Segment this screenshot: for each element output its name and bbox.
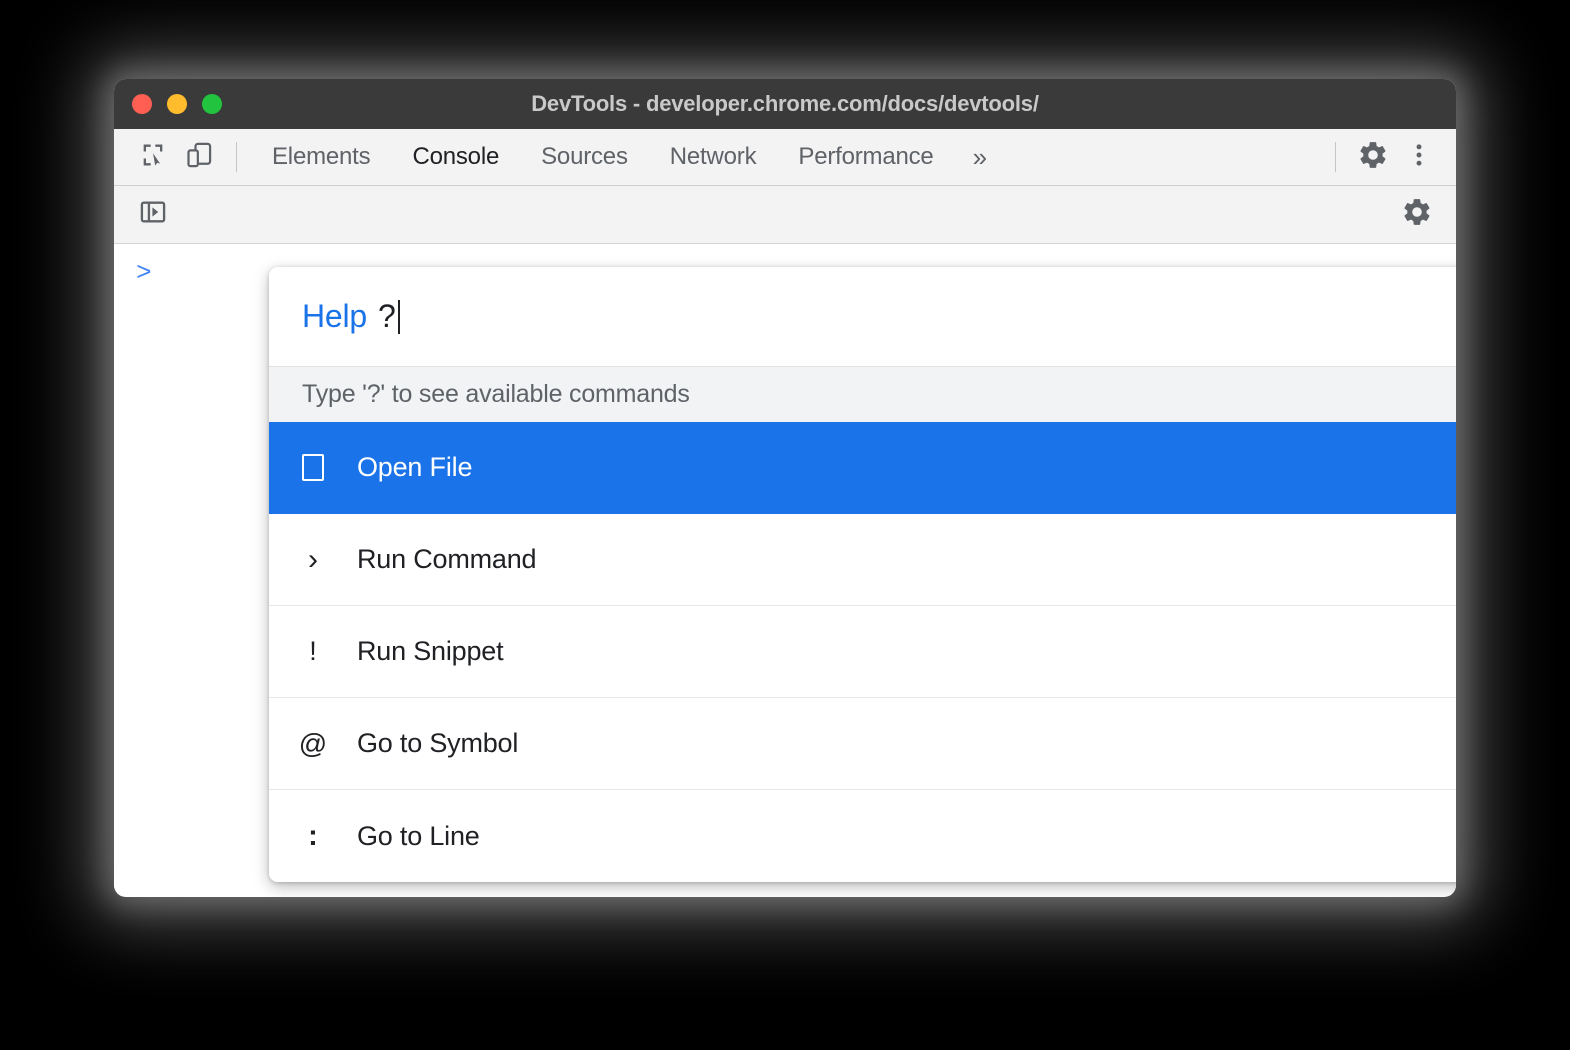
command-menu-list: Open File › Run Command ! Run Snippet @ …	[269, 422, 1456, 882]
devtools-window: DevTools - developer.chrome.com/docs/dev…	[114, 79, 1456, 897]
command-menu-prefix: Help	[302, 298, 367, 335]
gear-icon	[1357, 139, 1389, 176]
tab-console[interactable]: Console	[391, 143, 520, 171]
traffic-lights	[132, 79, 222, 129]
more-tabs-button[interactable]: »	[955, 142, 1005, 173]
command-menu-hint: Type '?' to see available commands	[269, 366, 1456, 422]
show-console-sidebar-icon	[139, 198, 167, 231]
file-icon	[269, 454, 357, 481]
command-menu-query: ?	[378, 298, 396, 335]
command-item-go-to-line[interactable]: : Go to Line	[269, 790, 1456, 882]
devtools-toolbar: Elements Console Sources Network Perform…	[114, 129, 1456, 186]
minimize-window-button[interactable]	[167, 94, 187, 114]
tab-elements[interactable]: Elements	[251, 143, 391, 171]
command-item-run-command[interactable]: › Run Command	[269, 514, 1456, 606]
toolbar-divider	[236, 142, 237, 172]
command-item-label: Open File	[357, 452, 472, 483]
console-prompt-icon: >	[136, 260, 152, 286]
command-item-open-file[interactable]: Open File	[269, 422, 1456, 514]
command-item-label: Go to Line	[357, 821, 480, 852]
console-toolbar	[114, 186, 1456, 244]
inspect-element-button[interactable]	[130, 135, 176, 179]
command-item-label: Run Snippet	[357, 636, 503, 667]
command-item-run-snippet[interactable]: ! Run Snippet	[269, 606, 1456, 698]
command-menu-input[interactable]: Help ?	[269, 267, 1456, 366]
tab-performance[interactable]: Performance	[777, 143, 954, 171]
maximize-window-button[interactable]	[202, 94, 222, 114]
window-title: DevTools - developer.chrome.com/docs/dev…	[114, 91, 1456, 117]
command-menu-hint-text: Type '?' to see available commands	[302, 380, 690, 409]
inspect-element-icon	[139, 141, 167, 174]
device-toolbar-button[interactable]	[176, 135, 222, 179]
panel-tabs: Elements Console Sources Network Perform…	[251, 142, 1005, 173]
command-item-label: Go to Symbol	[357, 728, 518, 759]
toolbar-right-actions	[1321, 135, 1442, 179]
gear-icon	[1401, 196, 1433, 233]
close-window-button[interactable]	[132, 94, 152, 114]
colon-icon: :	[269, 822, 357, 851]
console-sidebar-toggle-button[interactable]	[130, 193, 176, 237]
chevron-right-icon: ›	[269, 545, 357, 575]
device-toolbar-icon	[185, 141, 213, 174]
title-bar: DevTools - developer.chrome.com/docs/dev…	[114, 79, 1456, 129]
command-item-label: Run Command	[357, 544, 536, 575]
command-item-go-to-symbol[interactable]: @ Go to Symbol	[269, 698, 1456, 790]
kebab-menu-icon	[1405, 141, 1433, 174]
tab-sources[interactable]: Sources	[520, 143, 649, 171]
exclamation-icon: !	[269, 638, 357, 665]
at-sign-icon: @	[269, 730, 357, 758]
toolbar-divider-right	[1335, 142, 1336, 172]
more-options-button[interactable]	[1396, 135, 1442, 179]
tab-network[interactable]: Network	[649, 143, 778, 171]
text-cursor	[398, 300, 400, 334]
console-settings-button[interactable]	[1394, 193, 1440, 237]
command-menu: Help ? Type '?' to see available command…	[269, 267, 1456, 882]
settings-button[interactable]	[1350, 135, 1396, 179]
